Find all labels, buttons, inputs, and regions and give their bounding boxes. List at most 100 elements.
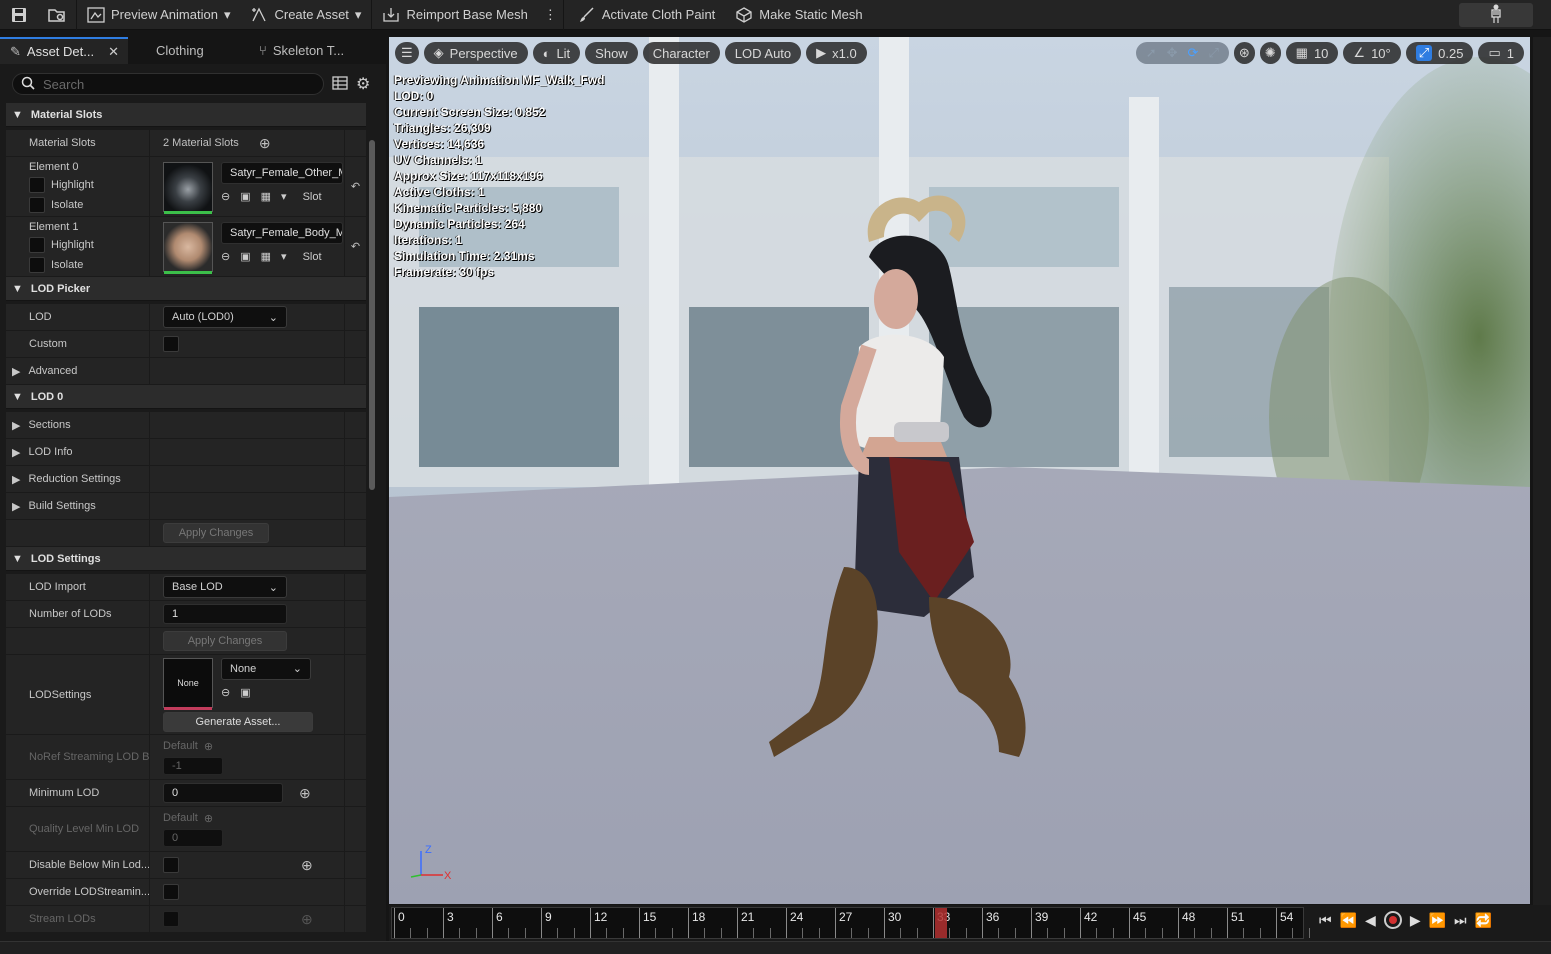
activate-cloth-paint-button[interactable]: Activate Cloth Paint — [564, 0, 725, 30]
timeline-tick-label: 51 — [1231, 910, 1245, 924]
disable-below-checkbox[interactable] — [163, 857, 179, 873]
chevron-down-icon[interactable]: ▾ — [281, 250, 287, 263]
settings-gear-icon[interactable]: ⚙ — [356, 74, 370, 94]
viewport-menu-button[interactable]: ☰ — [395, 42, 419, 64]
skip-to-end-icon[interactable]: ⏭ — [1454, 912, 1467, 929]
search-input[interactable]: Search — [12, 73, 324, 95]
camera-speed-button[interactable]: ▭ 1 — [1478, 42, 1524, 64]
scale-snap-button[interactable]: ⤢ 0.25 — [1405, 42, 1474, 64]
record-icon[interactable] — [1383, 911, 1402, 929]
isolate-checkbox[interactable] — [29, 196, 45, 213]
noref-field[interactable]: -1 — [163, 756, 223, 775]
generate-asset-button[interactable]: Generate Asset... — [163, 711, 313, 732]
add-icon[interactable]: ⊕ — [259, 135, 271, 152]
rotate-icon[interactable]: ⟳ — [1188, 45, 1199, 61]
isolate-toggle[interactable]: Isolate — [29, 196, 83, 213]
add-icon[interactable]: ⊕ — [204, 740, 213, 753]
close-icon[interactable]: ✕ — [108, 44, 119, 60]
category-lod-settings[interactable]: ▼ LOD Settings — [6, 547, 366, 571]
stream-lods-checkbox[interactable] — [163, 911, 179, 927]
translate-icon[interactable]: ✥ — [1167, 45, 1178, 61]
material-thumbnail[interactable] — [163, 162, 213, 214]
checker-icon[interactable]: ▦ — [261, 190, 271, 203]
chevron-down-icon[interactable]: ▾ — [281, 190, 287, 203]
category-lod0[interactable]: ▼ LOD 0 — [6, 385, 366, 409]
use-selected-icon[interactable]: ⊖ — [221, 686, 230, 699]
apply-changes-button[interactable]: Apply Changes — [163, 523, 269, 543]
rotation-snap-button[interactable]: ∠ 10° — [1343, 42, 1401, 64]
apply-changes-button[interactable]: Apply Changes — [163, 631, 287, 651]
character-button[interactable]: Character — [642, 42, 720, 64]
material-picker[interactable]: Satyr_Female_Body_M — [221, 222, 343, 244]
custom-checkbox[interactable] — [163, 336, 179, 352]
lit-button[interactable]: ◐ Lit — [532, 42, 581, 64]
add-icon[interactable]: ⊕ — [301, 857, 313, 874]
highlight-toggle[interactable]: Highlight — [29, 176, 94, 193]
lod-import-dropdown[interactable]: Base LOD ⌄ — [163, 576, 287, 598]
preview-viewport[interactable]: ☰ ◈ Perspective ◐ Lit Show Character LOD A… — [389, 37, 1530, 904]
create-asset-button[interactable]: Create Asset ▾ — [240, 0, 371, 30]
tab-skeleton-tree[interactable]: ⑂ Skeleton T... — [233, 37, 354, 64]
skeleton-mode-button[interactable] — [1459, 3, 1533, 27]
timeline-playhead[interactable] — [935, 908, 947, 938]
isolate-toggle[interactable]: Isolate — [29, 256, 83, 273]
grid-snap-button[interactable]: ▦ 10 — [1285, 42, 1339, 64]
minimum-lod-field[interactable]: 0 — [163, 783, 283, 803]
make-static-mesh-button[interactable]: Make Static Mesh — [725, 0, 872, 30]
quality-field[interactable]: 0 — [163, 828, 223, 847]
reset-icon[interactable]: ↶ — [344, 217, 366, 276]
category-material-slots[interactable]: ▼ Material Slots — [6, 103, 366, 127]
build-settings-row[interactable]: ▶ Build Settings — [6, 493, 366, 520]
browse-icon[interactable]: ▣ — [240, 250, 250, 263]
sections-row[interactable]: ▶ Sections — [6, 412, 366, 439]
reimport-base-mesh-button[interactable]: Reimport Base Mesh — [372, 0, 537, 30]
browse-button[interactable] — [38, 0, 76, 30]
save-button[interactable] — [0, 0, 38, 30]
material-picker[interactable]: Satyr_Female_Other_M — [221, 162, 343, 184]
select-icon[interactable]: ➚ — [1146, 45, 1157, 61]
lod-dropdown[interactable]: Auto (LOD0) ⌄ — [163, 306, 287, 328]
reduction-settings-row[interactable]: ▶ Reduction Settings — [6, 466, 366, 493]
lodsettings-dropdown[interactable]: None ⌄ — [221, 657, 311, 680]
use-selected-icon[interactable]: ⊖ — [221, 190, 230, 203]
loop-icon[interactable]: 🔁 — [1475, 912, 1492, 929]
use-selected-icon[interactable]: ⊖ — [221, 250, 230, 263]
skip-to-start-icon[interactable]: ⏮ — [1319, 912, 1332, 929]
lod-auto-button[interactable]: LOD Auto — [724, 42, 802, 64]
advanced-row[interactable]: ▶ Advanced — [6, 358, 366, 385]
isolate-checkbox[interactable] — [29, 256, 45, 273]
perspective-button[interactable]: ◈ Perspective — [423, 42, 528, 64]
scale-icon[interactable]: ⤢ — [1208, 45, 1218, 61]
reset-icon[interactable]: ↶ — [344, 157, 366, 216]
more-options-button[interactable]: ⋮ — [538, 0, 563, 30]
play-speed-button[interactable]: ▶ x1.0 — [806, 42, 867, 64]
timeline-ruler[interactable]: 0369121518212427303336394245485154 — [391, 907, 1310, 939]
material-thumbnail[interactable] — [163, 222, 213, 274]
tab-asset-details[interactable]: ✎ Asset Det... ✕ — [0, 37, 128, 64]
play-forward-icon[interactable]: ▶ — [1410, 912, 1421, 929]
add-icon[interactable]: ⊕ — [301, 911, 313, 928]
show-button[interactable]: Show — [585, 42, 638, 64]
highlight-checkbox[interactable] — [29, 176, 45, 193]
play-reverse-icon[interactable]: ◀ — [1365, 912, 1376, 929]
category-lod-picker[interactable]: ▼ LOD Picker — [6, 277, 366, 301]
browse-icon[interactable]: ▣ — [240, 686, 250, 699]
preview-animation-button[interactable]: Preview Animation ▾ — [77, 0, 240, 30]
add-icon[interactable]: ⊕ — [204, 812, 213, 825]
local-space-button[interactable]: ⊛ — [1233, 42, 1255, 64]
highlight-checkbox[interactable] — [29, 236, 45, 253]
browse-icon[interactable]: ▣ — [240, 190, 250, 203]
table-view-icon[interactable] — [332, 75, 348, 93]
panel-scrollbar[interactable] — [369, 140, 375, 490]
lodsettings-thumbnail[interactable]: None — [163, 657, 213, 710]
lod-info-row[interactable]: ▶ LOD Info — [6, 439, 366, 466]
step-back-icon[interactable]: ⏪ — [1340, 912, 1357, 929]
add-icon[interactable]: ⊕ — [299, 785, 311, 802]
override-checkbox[interactable] — [163, 884, 179, 900]
surface-snap-button[interactable]: ✺ — [1259, 42, 1281, 64]
step-forward-icon[interactable]: ⏩ — [1429, 912, 1446, 929]
tab-clothing[interactable]: Clothing — [128, 37, 233, 64]
highlight-toggle[interactable]: Highlight — [29, 236, 94, 253]
number-of-lods-field[interactable]: 1 — [163, 604, 287, 624]
checker-icon[interactable]: ▦ — [261, 250, 271, 263]
